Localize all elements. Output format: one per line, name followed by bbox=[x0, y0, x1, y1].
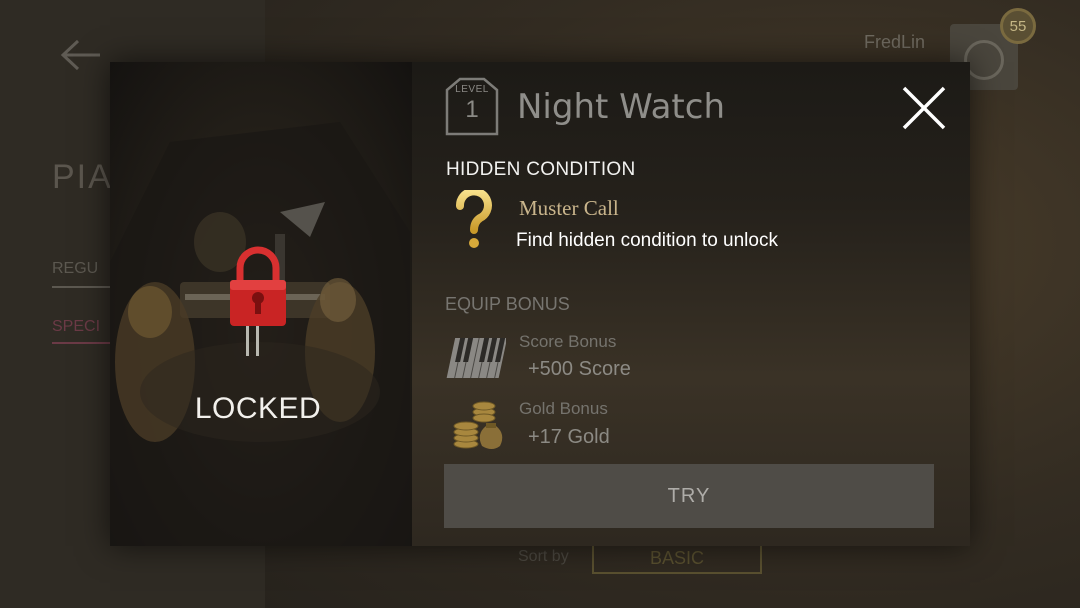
back-arrow-icon[interactable] bbox=[58, 38, 102, 72]
gold-bonus-value: +17 Gold bbox=[528, 426, 610, 448]
tab-underline bbox=[52, 286, 112, 288]
equip-bonus-heading: EQUIP BONUS bbox=[445, 294, 570, 314]
level-number: 1 bbox=[465, 96, 479, 123]
score-bonus-value: +500 Score bbox=[528, 358, 631, 380]
piano-keys-icon bbox=[446, 338, 506, 378]
item-artwork: LOCKED bbox=[110, 62, 412, 546]
score-bonus-label: Score Bonus bbox=[519, 332, 617, 351]
condition-description: Find hidden condition to unlock bbox=[516, 230, 778, 251]
gold-bonus-label: Gold Bonus bbox=[519, 399, 608, 418]
hidden-condition-heading: HIDDEN CONDITION bbox=[446, 159, 636, 180]
item-detail-modal: LOCKED LEVEL 1 Night Watch HIDDEN CONDIT… bbox=[110, 62, 970, 546]
try-button[interactable]: TRY bbox=[444, 464, 934, 528]
sort-by-label: Sort by bbox=[518, 548, 569, 565]
condition-name: Muster Call bbox=[519, 196, 619, 220]
tab-underline-active bbox=[52, 342, 112, 344]
background-page-title: PIA bbox=[52, 158, 113, 196]
level-label: LEVEL bbox=[455, 84, 489, 95]
item-title: Night Watch bbox=[517, 87, 726, 127]
user-level-badge: 55 bbox=[1000, 8, 1036, 44]
sort-dropdown[interactable]: BASIC bbox=[592, 542, 762, 574]
background-tab-regular[interactable]: REGU bbox=[52, 260, 98, 278]
background-tab-special[interactable]: SPECI bbox=[52, 318, 100, 336]
gold-coins-icon bbox=[453, 401, 503, 449]
padlock-icon bbox=[230, 246, 286, 356]
close-icon[interactable] bbox=[900, 84, 948, 132]
question-mark-icon bbox=[456, 190, 492, 248]
avatar-medal-icon bbox=[964, 40, 1004, 80]
locked-status: LOCKED bbox=[194, 392, 322, 425]
username: FredLin bbox=[864, 32, 926, 52]
